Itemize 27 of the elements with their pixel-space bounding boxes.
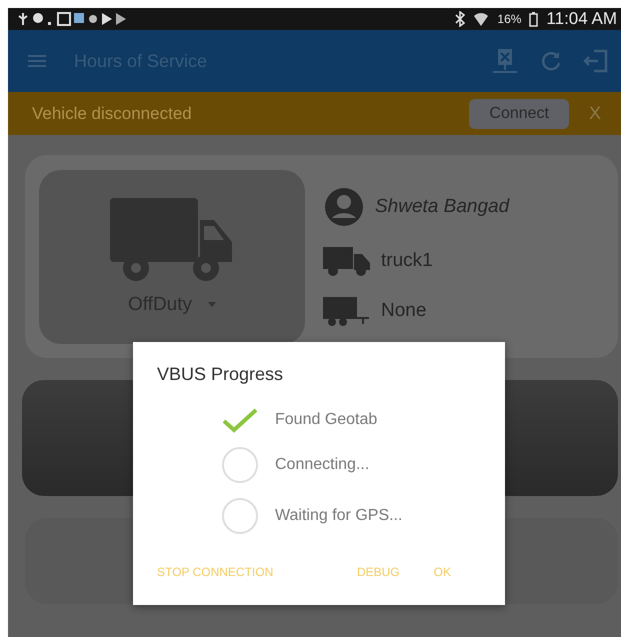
battery-percentage: 16%	[497, 12, 522, 26]
menu-icon[interactable]	[28, 54, 46, 68]
close-button[interactable]: X	[582, 102, 607, 125]
dialog-title: VBUS Progress	[157, 364, 284, 385]
dialog-button[interactable]: OK	[434, 561, 451, 583]
step-label: Waiting for GPS...	[275, 507, 402, 525]
truck-icon	[110, 198, 234, 282]
banner-message: Vehicle disconnected	[32, 104, 193, 124]
logout-icon[interactable]	[583, 48, 609, 74]
disconnected-computer-icon[interactable]	[491, 47, 519, 75]
dropdown-caret-icon[interactable]	[208, 302, 216, 307]
person-icon	[323, 186, 365, 226]
dialog-button[interactable]: DEBUG	[356, 561, 400, 583]
dialog-button[interactable]: STOP CONNECTION	[157, 561, 274, 583]
trailer-name: None	[381, 300, 426, 322]
bluetooth-icon	[455, 11, 466, 27]
step-label: Found Geotab	[275, 411, 378, 429]
step-label: Connecting...	[275, 456, 370, 474]
connect-button[interactable]: Connect	[469, 98, 569, 128]
driver-name: Shweta Bangad	[375, 196, 510, 218]
clock-time: 11:04 AM	[546, 9, 617, 29]
truck-icon	[323, 244, 371, 276]
battery-icon	[529, 12, 538, 26]
wifi-icon	[473, 11, 490, 27]
refresh-icon[interactable]	[539, 49, 563, 73]
trailer-icon	[323, 294, 371, 326]
vehicle-name: truck1	[381, 250, 433, 272]
